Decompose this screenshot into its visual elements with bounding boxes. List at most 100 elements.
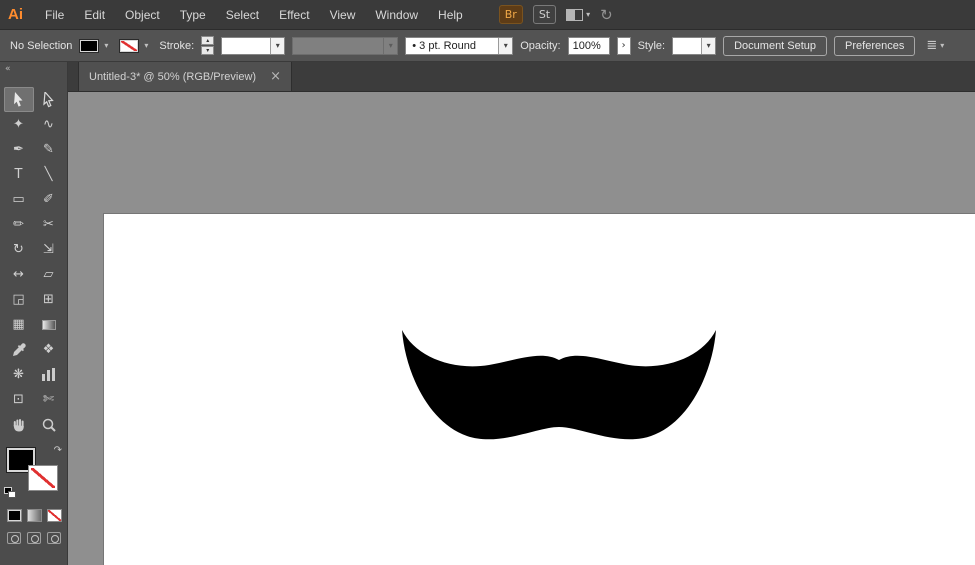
fill-color-picker[interactable]: ▾ [79,39,112,53]
rectangle-icon: ▭ [12,193,24,206]
perspective-grid-tool[interactable]: ⊞ [34,287,64,312]
opacity-panel-chevron-icon[interactable]: › [617,37,631,55]
blend-tool[interactable]: ❖ [34,337,64,362]
preferences-button[interactable]: Preferences [834,36,915,56]
paintbrush-icon: ✐ [43,193,54,206]
mesh-icon: ▦ [12,318,24,331]
symbol-sprayer-tool[interactable]: ❋ [4,362,34,387]
pencil-tool[interactable]: ✏ [4,212,34,237]
color-button[interactable] [7,509,22,522]
hand-icon [13,418,25,432]
selection-arrow-icon [12,92,25,108]
magic-wand-icon: ✦ [13,118,24,131]
style-label: Style: [638,40,666,52]
document-tab[interactable]: Untitled-3* @ 50% (RGB/Preview) × [78,62,292,91]
stroke-color-picker[interactable]: ▾ [119,39,152,53]
width-icon: ↔ [13,268,24,281]
pencil-icon: ✏ [13,218,24,231]
mustache-shape[interactable] [402,330,716,439]
curvature-icon: ✎ [43,143,54,156]
sync-status-icon: ↻ [600,6,613,24]
selection-status: No Selection [10,40,72,52]
illustrator-window: Ai File Edit Object Type Select Effect V… [0,0,975,565]
default-stroke-icon [8,491,16,498]
curvature-tool[interactable]: ✎ [34,137,64,162]
shape-builder-tool[interactable]: ◲ [4,287,34,312]
arrange-documents-button[interactable]: ▾ [566,9,590,21]
stepper-down-icon[interactable]: ▾ [201,46,214,55]
style-combo[interactable]: ▾ [672,37,716,55]
menu-edit[interactable]: Edit [74,0,115,30]
pen-tool[interactable]: ✒ [4,137,34,162]
slice-tool[interactable]: ✄ [34,387,64,412]
blend-icon: ❖ [43,343,55,356]
stroke-weight-stepper[interactable]: ▴ ▾ [201,36,214,55]
pen-icon: ✒ [13,143,24,156]
scissors-tool[interactable]: ✂ [34,212,64,237]
line-segment-icon: ╲ [45,168,53,181]
brush-bullet: • [412,40,416,52]
menu-view[interactable]: View [320,0,366,30]
bridge-button[interactable]: Br [499,5,523,24]
menu-effect[interactable]: Effect [269,0,319,30]
gradient-button[interactable] [27,509,42,522]
draw-inside-icon[interactable] [47,532,61,544]
swap-fill-stroke-icon[interactable]: ↷ [54,445,62,456]
draw-normal-icon[interactable] [7,532,21,544]
menu-window[interactable]: Window [365,0,428,30]
stroke-weight-combo[interactable]: ▾ [221,37,285,55]
rotate-icon: ↻ [13,243,24,256]
selection-tool[interactable] [4,87,34,112]
chevron-down-icon: ▾ [586,10,590,19]
paintbrush-tool[interactable]: ✐ [34,187,64,212]
menu-type[interactable]: Type [170,0,216,30]
menu-select[interactable]: Select [216,0,269,30]
direct-selection-tool[interactable] [34,87,64,112]
default-fill-stroke-button[interactable] [4,487,18,499]
type-tool[interactable]: T [4,162,34,187]
stock-button[interactable]: St [533,5,556,24]
close-tab-icon[interactable]: × [270,70,281,83]
width-tool[interactable]: ↔ [4,262,34,287]
scissors-icon: ✂ [43,218,54,231]
lasso-icon: ∿ [43,118,54,131]
drawing-mode-buttons [7,532,67,544]
menu-file[interactable]: File [35,0,74,30]
line-segment-tool[interactable]: ╲ [34,162,64,187]
free-transform-tool[interactable]: ▱ [34,262,64,287]
document-setup-button[interactable]: Document Setup [723,36,827,56]
zoom-tool[interactable] [34,412,64,437]
rectangle-tool[interactable]: ▭ [4,187,34,212]
column-graph-tool[interactable] [34,362,64,387]
opacity-input[interactable] [568,37,610,55]
type-icon: T [15,168,23,181]
none-button[interactable] [47,509,62,522]
document-tab-bar: Untitled-3* @ 50% (RGB/Preview) × [68,62,975,92]
chevron-down-icon: ▾ [940,41,944,50]
toolbar-collapse-button[interactable]: « [0,62,67,77]
stroke-none-swatch [119,39,139,53]
eyedropper-tool[interactable] [4,337,34,362]
lasso-tool[interactable]: ∿ [34,112,64,137]
chevron-down-icon: ▾ [498,38,512,54]
draw-behind-icon[interactable] [27,532,41,544]
magic-wand-tool[interactable]: ✦ [4,112,34,137]
gradient-tool[interactable] [34,312,64,337]
menu-help[interactable]: Help [428,0,473,30]
mesh-tool[interactable]: ▦ [4,312,34,337]
chevron-down-icon: ▾ [140,41,152,50]
brush-definition-combo[interactable]: • 3 pt. Round ▾ [405,37,513,55]
arrange-documents-icon [566,9,583,21]
free-transform-icon: ▱ [44,268,54,281]
hand-tool[interactable] [4,412,34,437]
stroke-proxy-swatch[interactable] [28,465,58,491]
stepper-up-icon[interactable]: ▴ [201,36,214,45]
align-options-button[interactable]: ≣ ▾ [926,38,944,53]
fill-stroke-control: ↷ [4,445,64,499]
rotate-tool[interactable]: ↻ [4,237,34,262]
menu-object[interactable]: Object [115,0,170,30]
canvas[interactable] [68,92,975,565]
scale-tool[interactable]: ⇲ [34,237,64,262]
artwork-layer [68,92,974,565]
artboard-tool[interactable]: ⊡ [4,387,34,412]
